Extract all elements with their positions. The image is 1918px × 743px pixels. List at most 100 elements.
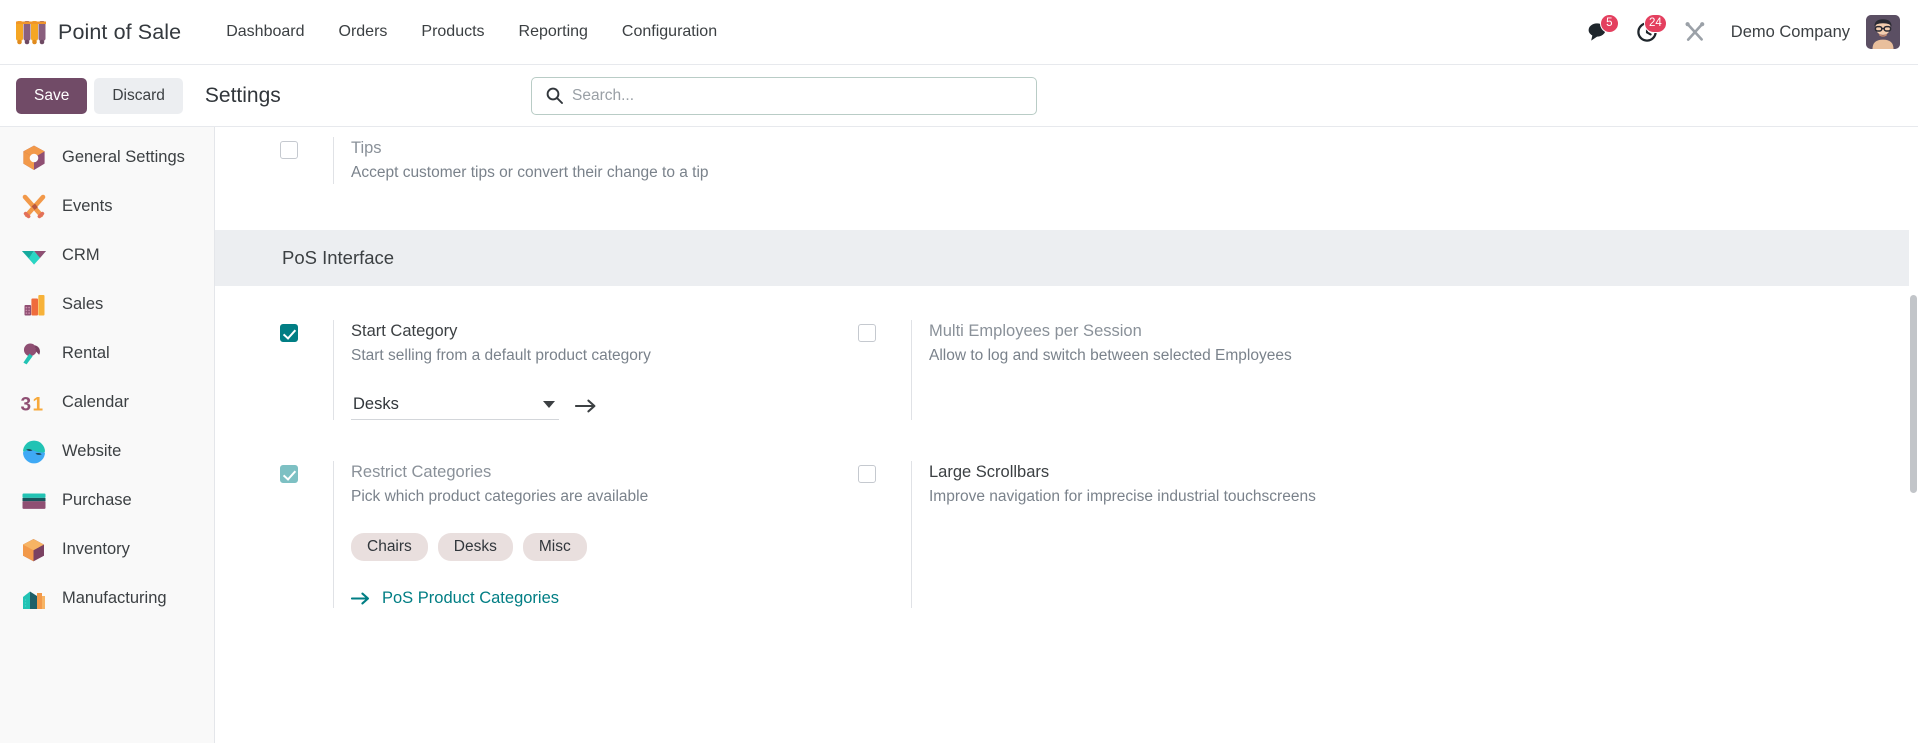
- setting-row-2: Restrict Categories Pick which product c…: [215, 420, 1918, 608]
- manufacturing-icon: [23, 591, 45, 609]
- setting-column: Tips Accept customer tips or convert the…: [267, 137, 845, 184]
- category-tag[interactable]: Desks: [437, 532, 513, 561]
- category-tag[interactable]: Misc: [522, 532, 587, 561]
- arrow-right-icon: [351, 591, 371, 606]
- top-navbar: Point of Sale Dashboard Orders Products …: [0, 0, 1918, 65]
- checkbox-cell: [267, 137, 334, 184]
- sidebar-label: Website: [62, 442, 122, 460]
- sidebar-label: Calendar: [62, 393, 129, 411]
- pos-product-categories-link-row: PoS Product Categories: [351, 589, 825, 608]
- sales-icon: [24, 294, 45, 315]
- sidebar-item-manufacturing[interactable]: Manufacturing: [0, 574, 214, 623]
- page-title: Settings: [204, 83, 281, 107]
- start-category-control: Desks: [351, 393, 825, 420]
- setting-text: Restrict Categories Pick which product c…: [351, 461, 825, 608]
- multi-employees-label[interactable]: Multi Employees per Session: [929, 320, 1445, 342]
- restrict-categories-label[interactable]: Restrict Categories: [351, 461, 825, 483]
- section-title: PoS Interface: [282, 246, 395, 268]
- sidebar-label: CRM: [62, 246, 100, 264]
- search-bar[interactable]: [531, 76, 1037, 115]
- activities-badge: 24: [1643, 14, 1667, 33]
- sidebar-item-sales[interactable]: Sales: [0, 280, 214, 329]
- sidebar-item-crm[interactable]: CRM: [0, 231, 214, 280]
- setting-tips: Tips Accept customer tips or convert the…: [215, 127, 1918, 184]
- nav-item-dashboard[interactable]: Dashboard: [209, 15, 321, 49]
- settings-sidebar: General Settings Events CRM Sales Rental…: [0, 127, 215, 743]
- website-icon: [23, 440, 45, 463]
- nav-item-reporting[interactable]: Reporting: [502, 15, 605, 49]
- discard-button[interactable]: Discard: [94, 77, 183, 114]
- purchase-icon: [22, 493, 46, 509]
- messages-button[interactable]: 5: [1577, 12, 1621, 52]
- calendar-31-icon: 3 1: [21, 394, 44, 415]
- large-scrollbars-label[interactable]: Large Scrollbars: [929, 461, 1445, 483]
- setting-row-1: Start Category Start selling from a defa…: [215, 286, 1918, 420]
- sidebar-label: Sales: [62, 295, 104, 313]
- main-menu: Dashboard Orders Products Reporting Conf…: [209, 15, 734, 49]
- sidebar-item-purchase[interactable]: Purchase: [0, 476, 214, 525]
- start-category-checkbox[interactable]: [280, 323, 298, 342]
- sidebar-item-rental[interactable]: Rental: [0, 329, 214, 378]
- checkbox-cell: [845, 460, 912, 608]
- svg-text:1: 1: [33, 394, 44, 415]
- large-scrollbars-description: Improve navigation for imprecise industr…: [929, 488, 1316, 506]
- brand-home-link[interactable]: Point of Sale: [16, 19, 181, 46]
- control-panel: Save Discard Settings: [0, 65, 1918, 127]
- setting-large-scrollbars: Large Scrollbars Improve navigation for …: [845, 460, 1465, 608]
- section-pos-interface: PoS Interface: [215, 229, 1918, 286]
- checkbox-cell: [267, 319, 334, 420]
- start-category-value: Desks: [353, 394, 399, 413]
- setting-multi-employees: Multi Employees per Session Allow to log…: [845, 319, 1465, 420]
- search-input[interactable]: [566, 86, 1026, 105]
- debug-menu-button[interactable]: [1673, 12, 1717, 52]
- sidebar-label: Purchase: [62, 491, 132, 509]
- pos-awning-icon: [16, 20, 46, 44]
- checkbox-cell: [267, 460, 334, 608]
- settings-scrollbar[interactable]: [1909, 127, 1918, 743]
- sidebar-item-website[interactable]: Website: [0, 427, 214, 476]
- checkbox-cell: [845, 319, 912, 420]
- messages-badge: 5: [1599, 14, 1619, 33]
- setting-text: Tips Accept customer tips or convert the…: [351, 137, 825, 184]
- avatar[interactable]: [1866, 15, 1900, 49]
- settings-content: Tips Accept customer tips or convert the…: [215, 127, 1918, 743]
- start-category-internal-link-button[interactable]: [575, 398, 597, 414]
- crm-icon: [22, 250, 46, 264]
- sidebar-label: Manufacturing: [62, 589, 167, 607]
- nav-item-configuration[interactable]: Configuration: [605, 15, 734, 49]
- restrict-categories-description: Pick which product categories are availa…: [351, 488, 649, 506]
- scrollbar-thumb[interactable]: [1910, 295, 1917, 493]
- nav-item-orders[interactable]: Orders: [322, 15, 405, 49]
- pos-product-categories-link[interactable]: PoS Product Categories: [382, 589, 559, 608]
- start-category-dropdown[interactable]: Desks: [351, 393, 559, 420]
- page-body: General Settings Events CRM Sales Rental…: [0, 127, 1918, 743]
- sidebar-label: General Settings: [62, 148, 185, 166]
- nav-item-products[interactable]: Products: [404, 15, 501, 49]
- setting-text: Start Category Start selling from a defa…: [351, 320, 825, 420]
- start-category-description: Start selling from a default product cat…: [351, 347, 651, 365]
- sidebar-item-inventory[interactable]: Inventory: [0, 525, 214, 574]
- company-switcher[interactable]: Demo Company: [1721, 17, 1862, 48]
- sidebar-item-general-settings[interactable]: General Settings: [0, 133, 214, 182]
- tips-label[interactable]: Tips: [351, 137, 825, 159]
- restrict-categories-tags: Chairs Desks Misc: [351, 532, 825, 561]
- save-button[interactable]: Save: [16, 77, 88, 114]
- category-tag[interactable]: Chairs: [351, 532, 428, 561]
- sidebar-item-events[interactable]: Events: [0, 182, 214, 231]
- start-category-label[interactable]: Start Category: [351, 320, 825, 342]
- brand-name: Point of Sale: [58, 19, 182, 44]
- large-scrollbars-checkbox[interactable]: [858, 464, 876, 483]
- sidebar-label: Rental: [62, 344, 110, 362]
- tips-checkbox[interactable]: [280, 141, 298, 159]
- svg-text:3: 3: [21, 394, 32, 415]
- arrow-right-icon: [575, 399, 596, 413]
- settings-gear-icon: [23, 145, 45, 170]
- activities-button[interactable]: 24: [1625, 12, 1669, 52]
- multi-employees-description: Allow to log and switch between selected…: [929, 347, 1292, 365]
- navbar-systray: 5 24 Demo Company: [1577, 12, 1900, 52]
- sidebar-label: Inventory: [62, 540, 130, 558]
- multi-employees-checkbox[interactable]: [858, 323, 876, 342]
- sidebar-label: Events: [62, 197, 113, 215]
- sidebar-item-calendar[interactable]: 3 1 Calendar: [0, 378, 214, 427]
- restrict-categories-checkbox[interactable]: [280, 464, 298, 483]
